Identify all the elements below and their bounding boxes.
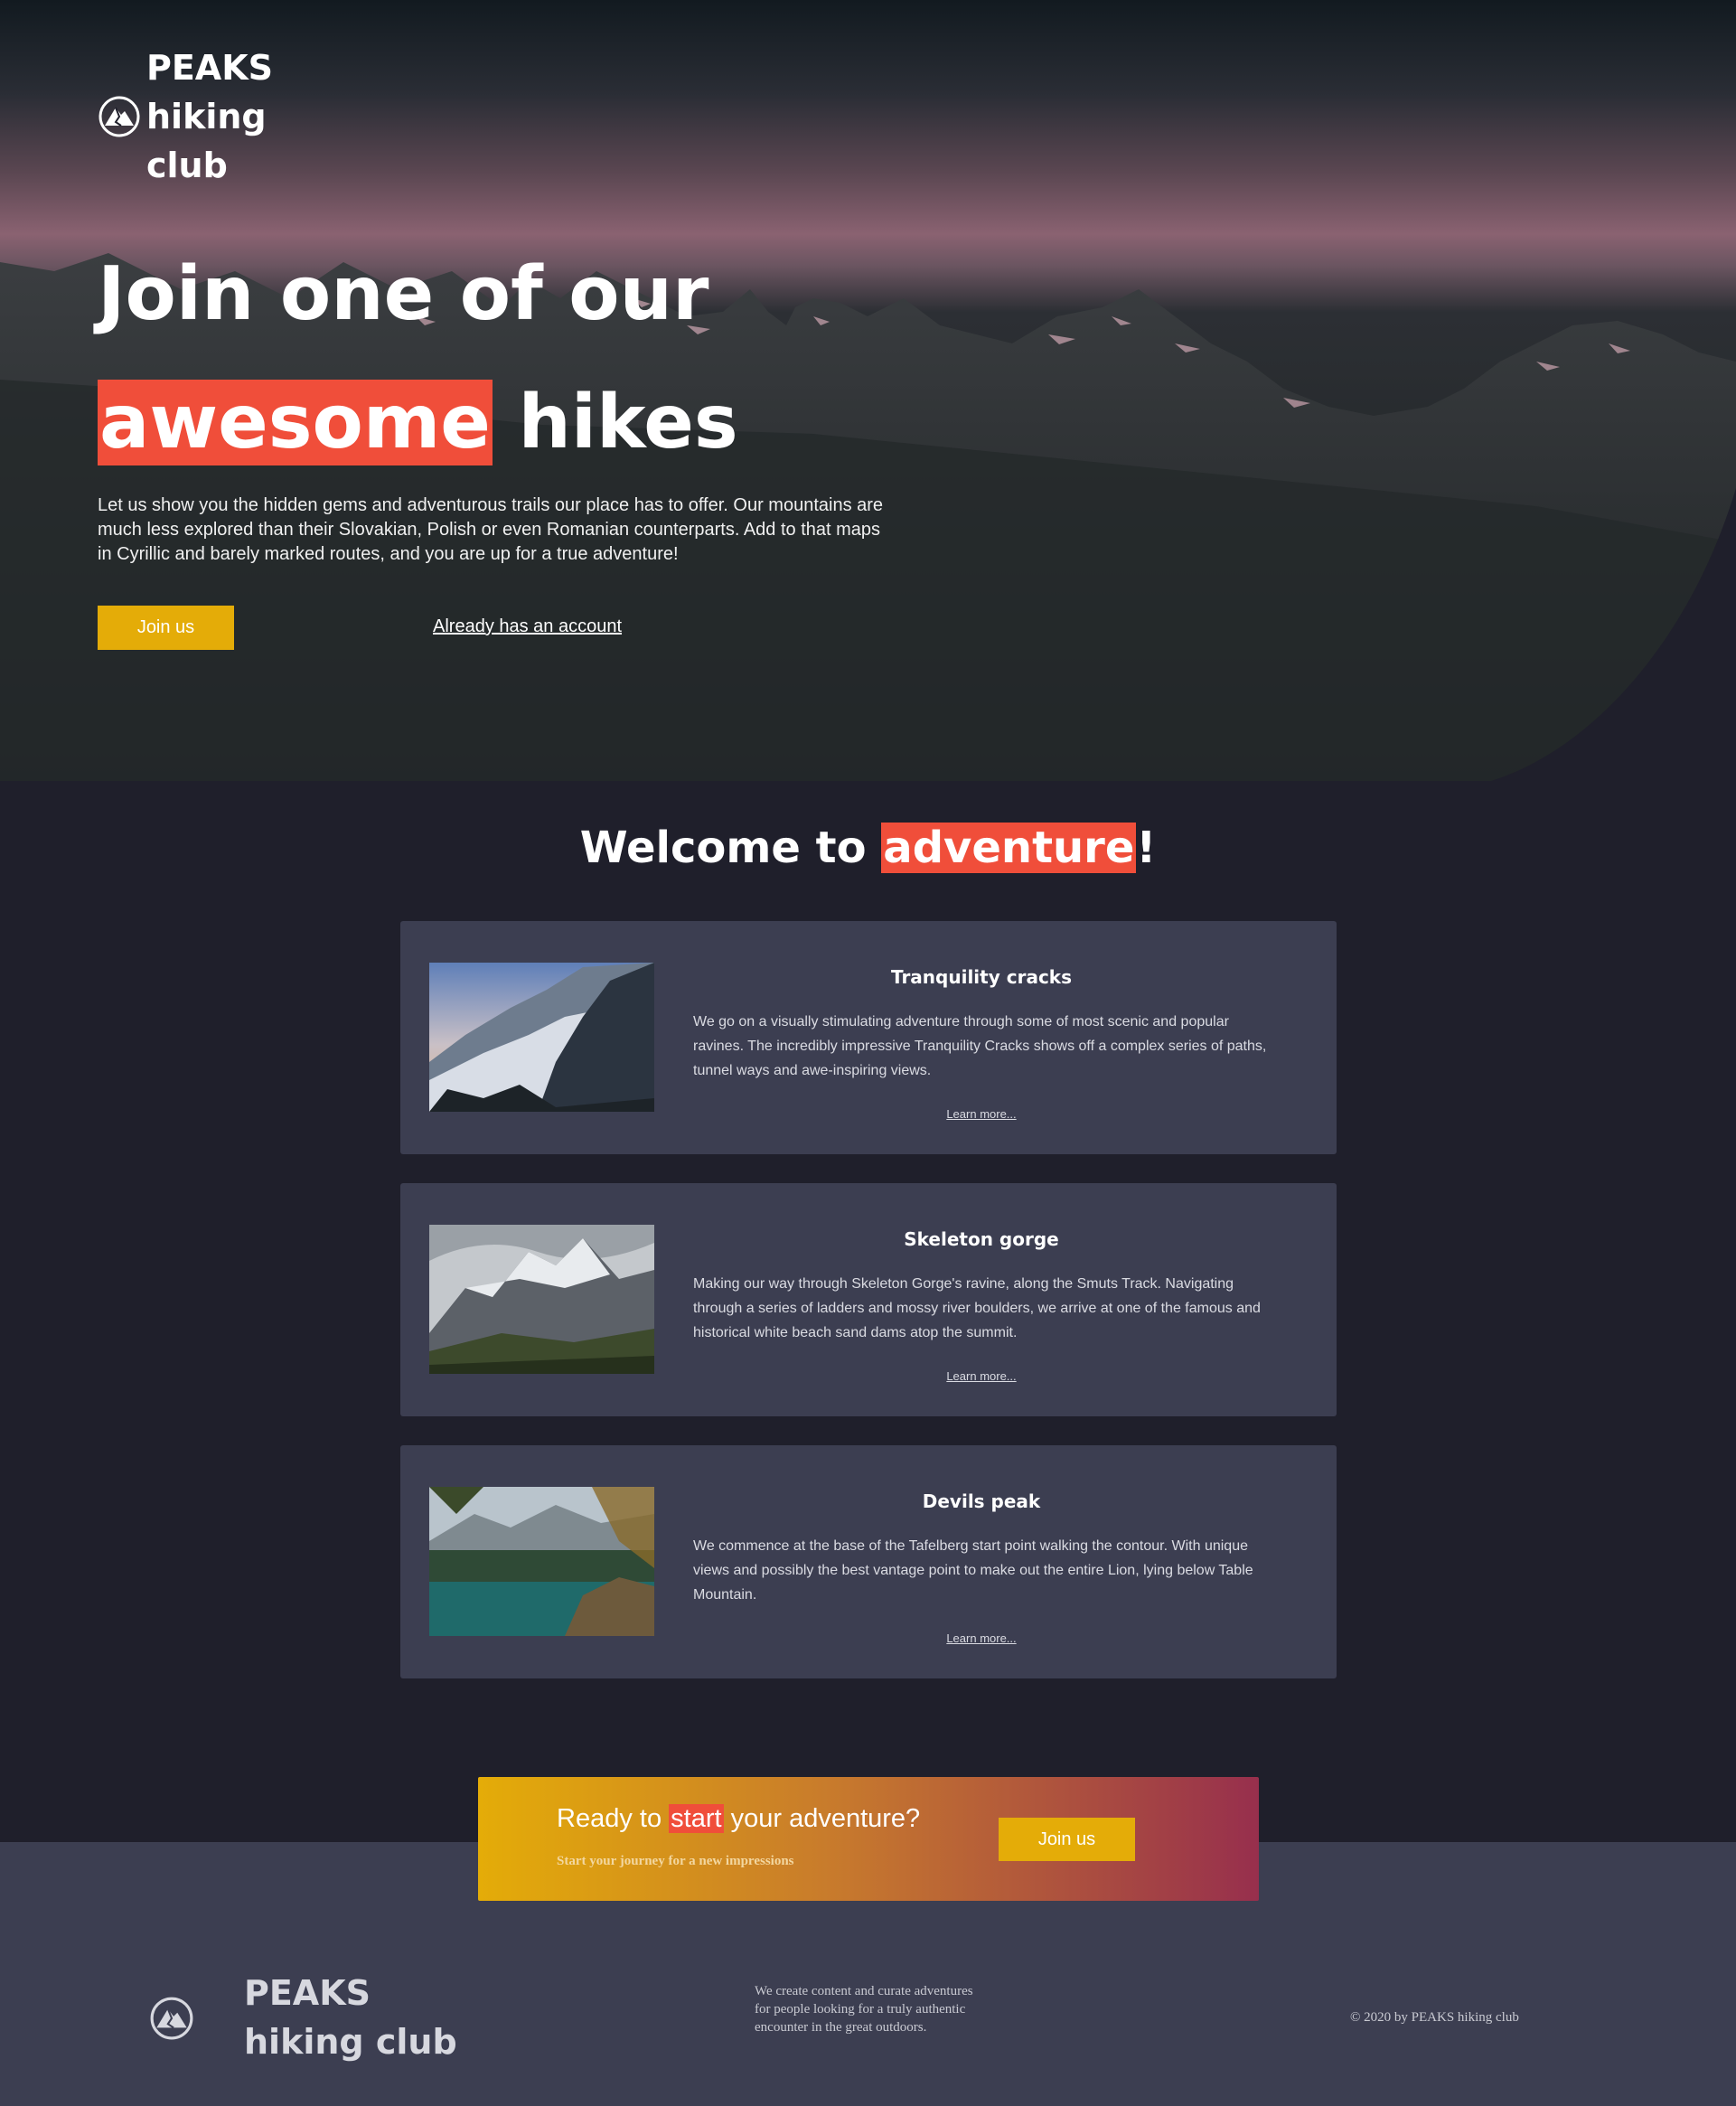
welcome-heading: Welcome to adventure! xyxy=(0,818,1736,878)
footer-brand-name[interactable]: PEAKS hiking club xyxy=(244,1969,479,2066)
cta-prefix: Ready to xyxy=(557,1804,670,1833)
hike-card-devils-peak: Devils peak We commence at the base of t… xyxy=(400,1445,1337,1678)
hike-description: Making our way through Skeleton Gorge's … xyxy=(693,1276,1261,1340)
cta-subtitle: Start your journey for a new impressions xyxy=(557,1854,794,1868)
learn-more-link[interactable]: Learn more... xyxy=(693,1369,1270,1383)
brand-name: PEAKS hiking club xyxy=(146,48,274,185)
brand[interactable]: PEAKS hiking club xyxy=(98,43,291,190)
mountain-logo-icon[interactable] xyxy=(149,1996,194,2041)
learn-more-link[interactable]: Learn more... xyxy=(693,1107,1270,1121)
hike-image-skeleton-gorge xyxy=(429,1225,654,1374)
hike-title: Devils peak xyxy=(922,1490,1041,1512)
hero-title: Join one of our awesome hikes xyxy=(98,230,911,487)
hike-title: Skeleton gorge xyxy=(904,1228,1059,1250)
cta-highlight: start xyxy=(669,1804,724,1833)
hike-title: Tranquility cracks xyxy=(891,966,1072,988)
hero-join-button[interactable]: Join us xyxy=(98,606,234,650)
learn-more-link[interactable]: Learn more... xyxy=(693,1631,1270,1645)
hike-image-tranquility-cracks xyxy=(429,963,654,1112)
welcome-prefix: Welcome to xyxy=(579,823,882,873)
hike-card-skeleton-gorge: Skeleton gorge Making our way through Sk… xyxy=(400,1183,1337,1416)
mountain-logo-icon xyxy=(99,96,140,137)
cta-join-button[interactable]: Join us xyxy=(999,1818,1135,1861)
footer-description: We create content and curate adventures … xyxy=(755,1984,973,2035)
hike-image-devils-peak xyxy=(429,1487,654,1636)
welcome-suffix: ! xyxy=(1136,823,1157,873)
hike-card-tranquility-cracks: Tranquility cracks We go on a visually s… xyxy=(400,921,1337,1154)
copyright: © 2020 by PEAKS hiking club xyxy=(1350,2010,1519,2025)
welcome-highlight: adventure xyxy=(881,823,1137,873)
hero-section: PEAKS hiking club Join one of our awesom… xyxy=(0,0,1736,781)
hero-title-line1: Join one of our xyxy=(98,251,709,337)
hike-description: We go on a visually stimulating adventur… xyxy=(693,1014,1267,1078)
cta-banner: Ready to start your adventure? Start you… xyxy=(478,1777,1259,1901)
already-has-account-link[interactable]: Already has an account xyxy=(433,616,622,637)
hero-title-highlight: awesome xyxy=(98,380,493,465)
hero-description: Let us show you the hidden gems and adve… xyxy=(98,495,884,564)
hero-title-rest: hikes xyxy=(518,380,738,465)
cta-heading: Ready to start your adventure? xyxy=(557,1804,920,1834)
hike-description: We commence at the base of the Tafelberg… xyxy=(693,1538,1253,1603)
cta-suffix: your adventure? xyxy=(723,1804,921,1833)
